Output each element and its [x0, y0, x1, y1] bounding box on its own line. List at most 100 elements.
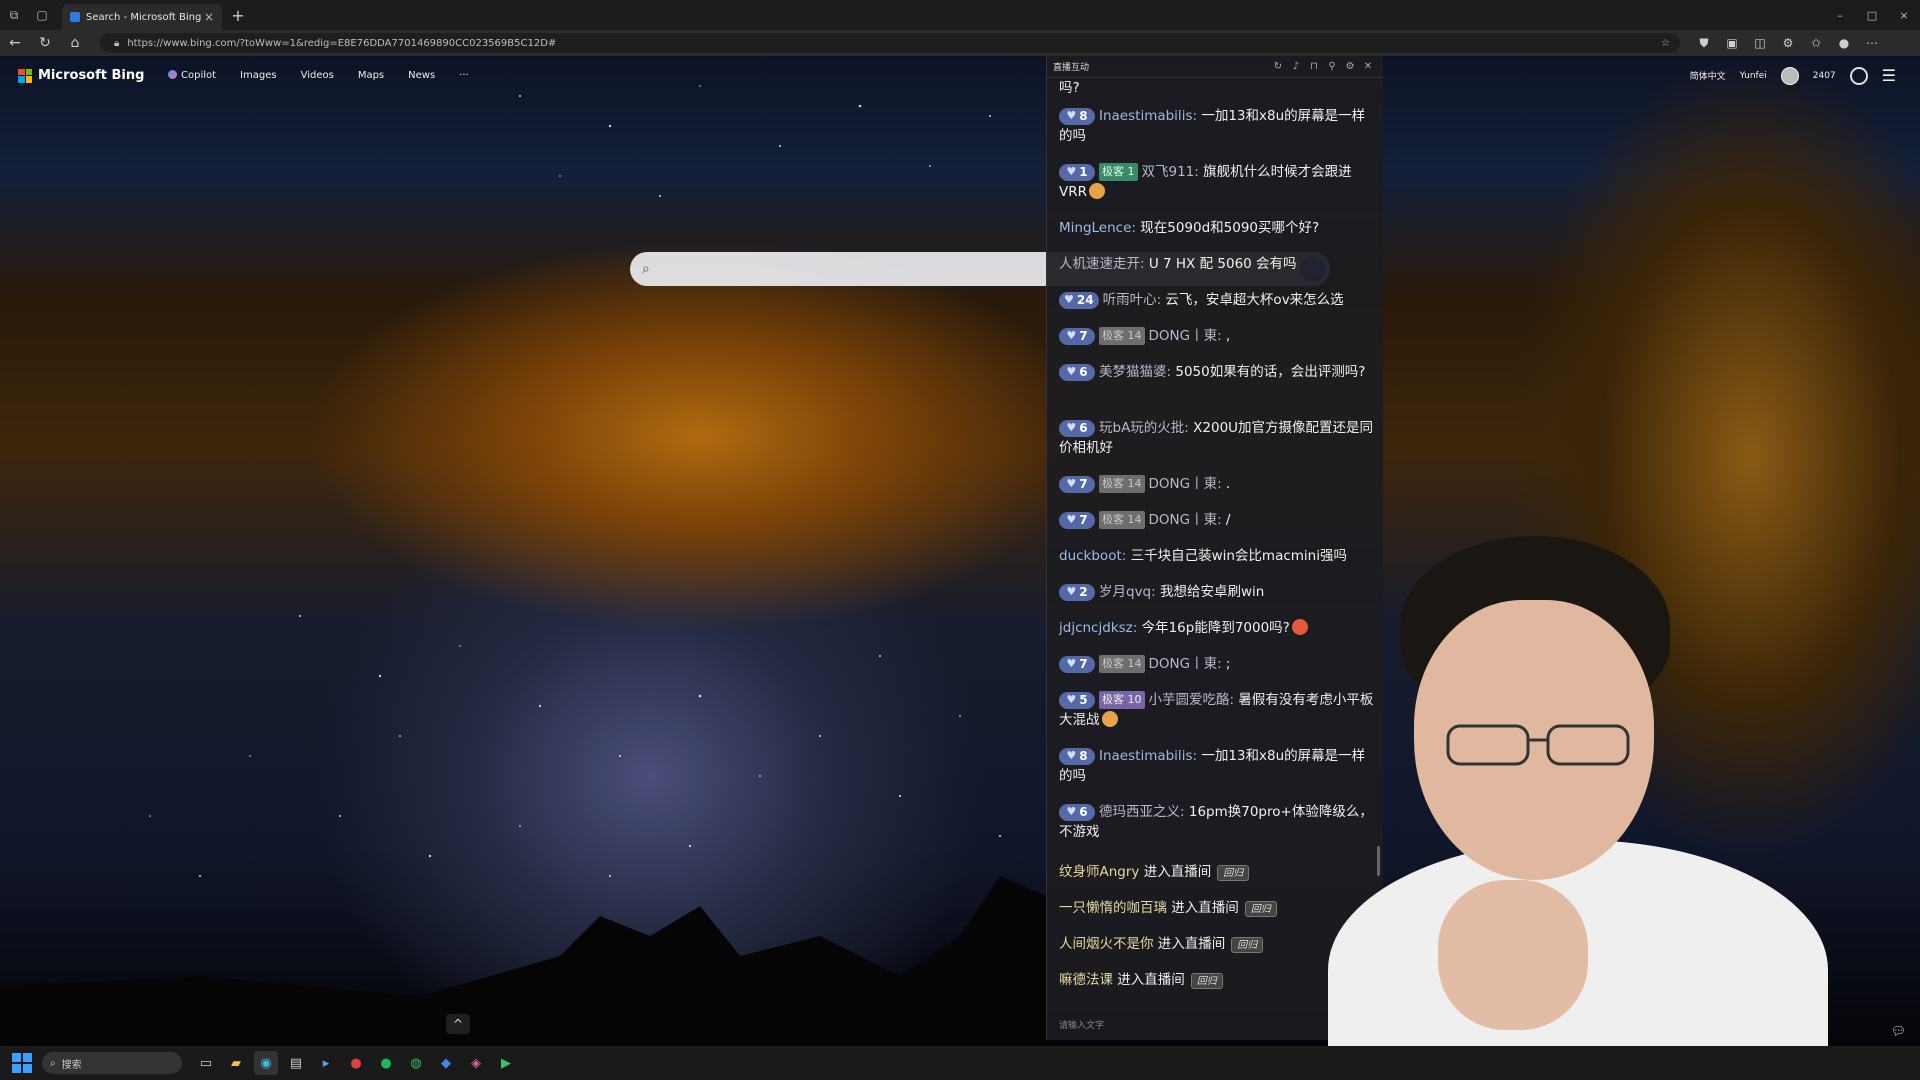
- task-view-icon[interactable]: ▭: [194, 1051, 218, 1075]
- user-name[interactable]: 人机速速走开:: [1059, 256, 1145, 272]
- heart-icon: ♥: [1066, 749, 1077, 762]
- edge-browser-icon[interactable]: ◉: [254, 1051, 278, 1075]
- hamburger-menu-icon[interactable]: ☰: [1882, 66, 1896, 85]
- lock-icon[interactable]: 🔒︎: [114, 38, 119, 49]
- extension-square-icon[interactable]: ▣: [1718, 36, 1746, 51]
- notification-icon[interactable]: ♪: [1287, 61, 1305, 72]
- language-switch[interactable]: 简体中文: [1690, 69, 1726, 82]
- browser-tab-bing[interactable]: Search - Microsoft Bing ×: [62, 4, 222, 30]
- user-name[interactable]: 玩bA玩的火批:: [1099, 420, 1189, 436]
- user-name[interactable]: MingLence:: [1059, 220, 1136, 236]
- rewards-trophy-icon[interactable]: [1849, 66, 1868, 85]
- back-arrow-icon[interactable]: ←: [0, 35, 30, 51]
- chat-message: ♥ 1 极客 1 双飞911: 旗舰机什么时候才会跟进VRR: [1059, 162, 1377, 202]
- geek-badge: 极客 1: [1099, 163, 1138, 181]
- taskbar-search-input[interactable]: ⌕ 搜索: [42, 1052, 182, 1074]
- file-explorer-icon[interactable]: ▰: [224, 1051, 248, 1075]
- chat-message: ♥ 7 极客 14 DONG丨東: ,: [1059, 326, 1377, 346]
- close-chat-icon[interactable]: ✕: [1359, 61, 1377, 72]
- fan-level: 2: [1079, 585, 1088, 599]
- start-button[interactable]: [12, 1053, 32, 1073]
- user-name[interactable]: Inaestimabilis:: [1099, 108, 1197, 124]
- logo-square-red: [18, 68, 25, 75]
- store-icon[interactable]: ▤: [284, 1051, 308, 1075]
- lock-chat-icon[interactable]: ⊓: [1305, 61, 1323, 72]
- settings-icon[interactable]: ⚙: [1774, 36, 1802, 51]
- emoji-icon: [1291, 619, 1308, 635]
- user-name[interactable]: 德玛西亚之义:: [1099, 804, 1185, 820]
- workspaces-icon[interactable]: ⧉: [0, 0, 28, 30]
- app-blue-icon[interactable]: ◆: [434, 1051, 458, 1075]
- app-pink-icon[interactable]: ◈: [464, 1051, 488, 1075]
- refresh-chat-icon[interactable]: ↻: [1269, 61, 1287, 72]
- user-name[interactable]: Inaestimabilis:: [1099, 748, 1197, 764]
- nav-more[interactable]: ···: [459, 70, 469, 81]
- geek-badge: 极客 14: [1099, 655, 1145, 673]
- fan-level-badge: ♥ 7: [1059, 475, 1095, 493]
- terminal-icon[interactable]: ▸: [314, 1051, 338, 1075]
- maximize-button[interactable]: □: [1856, 0, 1888, 30]
- chat-input[interactable]: 请输入文字: [1059, 1018, 1104, 1031]
- entry-action: 进入直播间: [1139, 864, 1212, 880]
- nav-news[interactable]: News: [408, 70, 435, 81]
- tab-actions-icon[interactable]: ▢: [28, 0, 56, 30]
- rewards-points[interactable]: 2407: [1813, 71, 1836, 81]
- minimize-button[interactable]: –: [1824, 0, 1856, 30]
- bing-logo[interactable]: Microsoft Bing: [18, 68, 144, 83]
- favorites-icon[interactable]: ✩: [1802, 36, 1830, 51]
- app-green-play-icon[interactable]: ▶: [494, 1051, 518, 1075]
- user-name[interactable]: 听雨叶心:: [1103, 292, 1162, 308]
- new-tab-button[interactable]: +: [226, 6, 250, 25]
- fan-level: 7: [1079, 513, 1088, 527]
- user-name[interactable]: DONG丨東:: [1149, 328, 1222, 344]
- user-name[interactable]: 小芋圆爱吃酪:: [1149, 692, 1235, 708]
- message-text: ,: [1221, 328, 1231, 344]
- nav-images[interactable]: Images: [240, 70, 277, 81]
- nav-videos[interactable]: Videos: [301, 70, 334, 81]
- extension-shield-icon[interactable]: ⛊: [1690, 36, 1718, 51]
- scroll-up-button[interactable]: ^: [446, 1014, 470, 1034]
- close-window-button[interactable]: ×: [1888, 0, 1920, 30]
- nav-copilot[interactable]: Copilot: [168, 70, 216, 81]
- more-menu-icon[interactable]: ⋯: [1858, 36, 1886, 51]
- url-text: https://www.bing.com/?toWww=1&redig=E8E7…: [127, 37, 557, 49]
- pin-icon[interactable]: ⚲: [1323, 61, 1341, 72]
- heart-icon: ♥: [1066, 421, 1077, 434]
- heart-icon: ♥: [1064, 293, 1074, 306]
- user-name[interactable]: duckboot:: [1059, 548, 1126, 564]
- profile-icon[interactable]: ●: [1830, 36, 1858, 51]
- user-name[interactable]: jdjcncjdksz:: [1059, 620, 1137, 636]
- tab-close-icon[interactable]: ×: [204, 10, 214, 24]
- message-text: /: [1221, 512, 1231, 528]
- home-icon[interactable]: ⌂: [60, 35, 90, 51]
- user-name[interactable]: Yunfei: [1740, 71, 1767, 81]
- user-name[interactable]: DONG丨東:: [1149, 656, 1222, 672]
- chat-settings-icon[interactable]: ⚙: [1341, 61, 1359, 72]
- fan-level-badge: ♥ 8: [1059, 107, 1095, 125]
- nav-maps[interactable]: Maps: [358, 70, 384, 81]
- chat-bubble-icon[interactable]: 💬︎: [1891, 1024, 1906, 1038]
- user-name[interactable]: 人间烟火不是你: [1059, 936, 1154, 952]
- url-input[interactable]: 🔒︎ https://www.bing.com/?toWww=1&redig=E…: [100, 33, 1680, 53]
- spotify-icon[interactable]: ●: [374, 1051, 398, 1075]
- user-name[interactable]: 嘛德法课: [1059, 972, 1113, 988]
- split-screen-icon[interactable]: ◫: [1746, 36, 1774, 51]
- user-name[interactable]: DONG丨東:: [1149, 512, 1222, 528]
- avatar[interactable]: [1780, 66, 1799, 85]
- message-text: 今年16p能降到7000吗?: [1137, 620, 1290, 636]
- favorite-star-icon[interactable]: ☆: [1661, 38, 1670, 49]
- start-tile: [23, 1053, 32, 1062]
- user-name[interactable]: 双飞911:: [1142, 164, 1199, 180]
- wechat-icon[interactable]: ◍: [404, 1051, 428, 1075]
- app-red-icon[interactable]: ●: [344, 1051, 368, 1075]
- chat-message: 人机速速走开: U 7 HX 配 5060 会有吗: [1059, 254, 1377, 274]
- user-name[interactable]: DONG丨東:: [1149, 476, 1222, 492]
- user-name[interactable]: 纹身师Angry: [1059, 864, 1139, 880]
- heart-icon: ♥: [1066, 513, 1077, 526]
- user-name[interactable]: 美梦猫猫婆:: [1099, 364, 1171, 380]
- user-name[interactable]: 一只懒惰的咖百璃: [1059, 900, 1167, 916]
- user-name[interactable]: 岁月qvq:: [1099, 584, 1156, 600]
- refresh-icon[interactable]: ↻: [30, 35, 60, 51]
- fan-level: 8: [1079, 109, 1088, 123]
- fan-level: 24: [1076, 293, 1094, 307]
